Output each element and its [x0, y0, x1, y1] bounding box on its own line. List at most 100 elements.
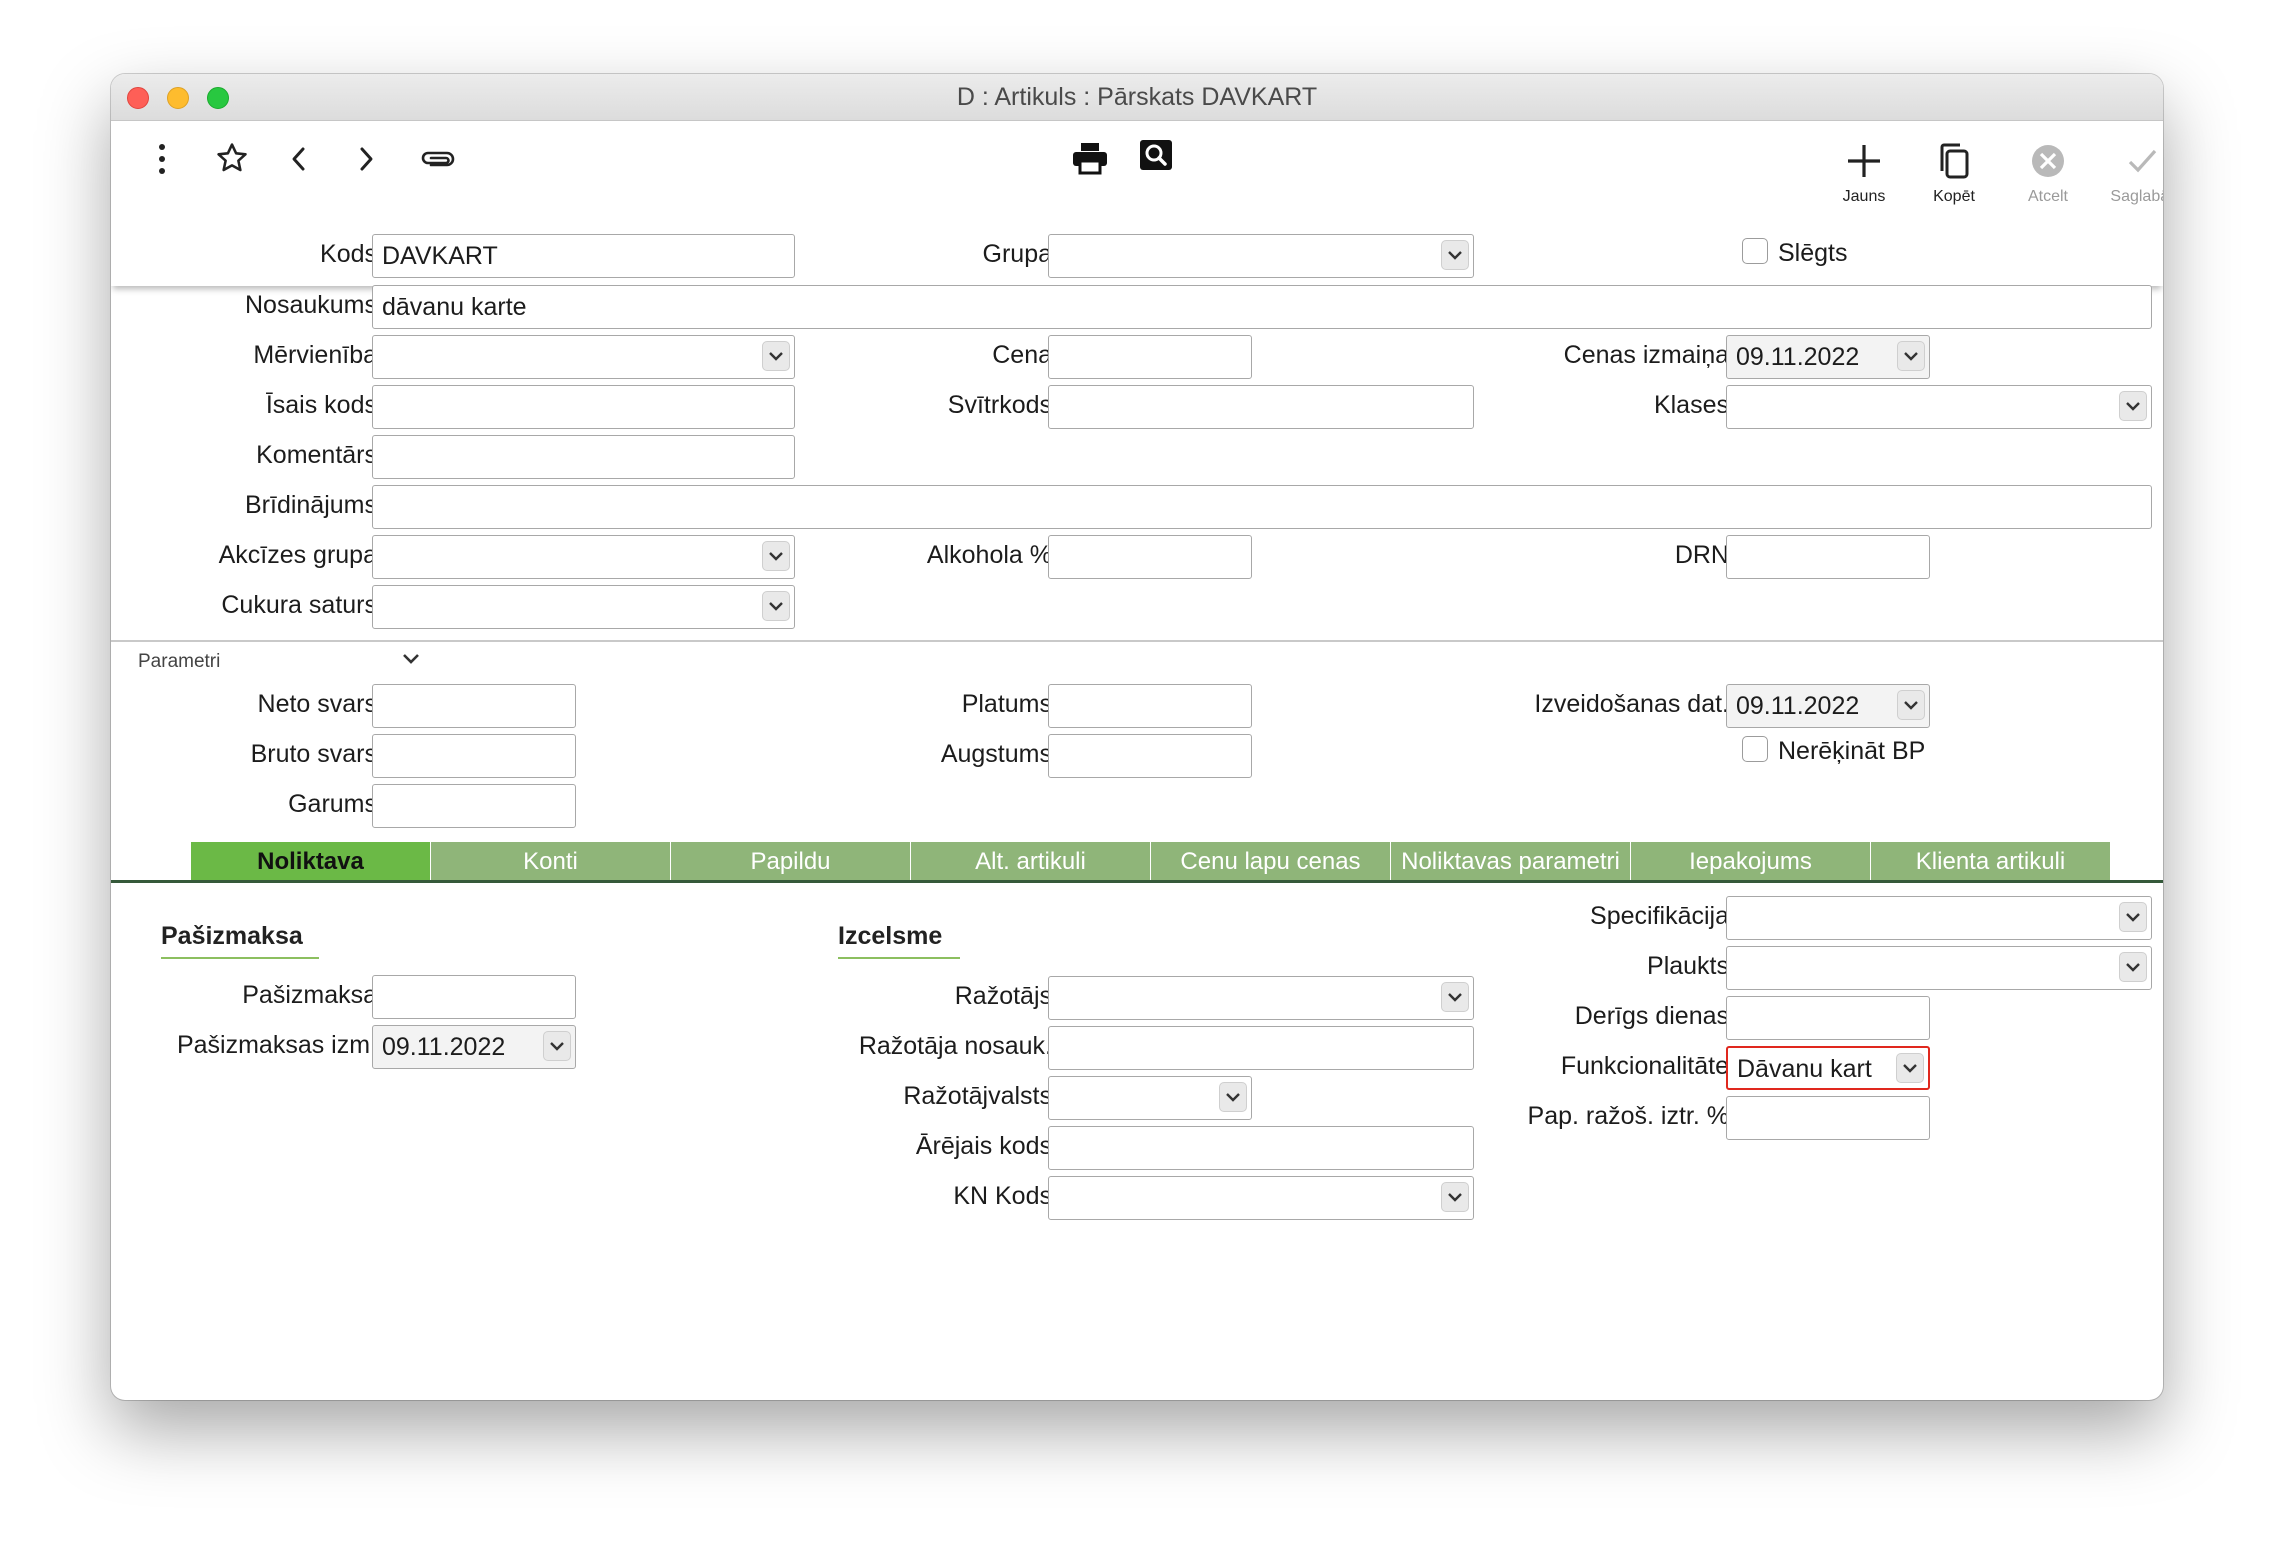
- chevron-down-icon[interactable]: [2119, 902, 2147, 932]
- cena-field[interactable]: [1048, 335, 1252, 379]
- akcizes-grupa-select[interactable]: [372, 535, 795, 579]
- tab-noliktavas-parametri[interactable]: Noliktavas parametri: [1391, 842, 1631, 880]
- parametri-toggle[interactable]: Parametri: [138, 651, 220, 673]
- save-button[interactable]: Saglabāt: [2102, 141, 2163, 206]
- grupa-select[interactable]: [1048, 234, 1474, 278]
- chevron-down-icon[interactable]: [1897, 341, 1925, 371]
- tab-konti[interactable]: Konti: [431, 842, 671, 880]
- chevron-down-icon[interactable]: [543, 1031, 571, 1061]
- pap-razos-label: Pap. ražoš. iztr. %: [1527, 1102, 1729, 1130]
- copy-icon: [1940, 143, 1969, 179]
- komentars-field[interactable]: [372, 435, 795, 479]
- cancel-button-label: Atcelt: [2027, 188, 2068, 205]
- funkcionalitate-select[interactable]: Dāvanu kart: [1726, 1046, 1930, 1090]
- nosaukums-label: Nosaukums: [245, 291, 377, 319]
- cenas-izmaina-date[interactable]: 09.11.2022: [1726, 335, 1930, 379]
- chevron-down-icon[interactable]: [401, 652, 421, 671]
- chevron-down-icon[interactable]: [2119, 391, 2147, 421]
- kods-field[interactable]: DAVKART: [372, 234, 795, 278]
- razotajvalsts-select[interactable]: [1048, 1076, 1252, 1120]
- paperclip-icon[interactable]: [419, 145, 457, 178]
- razotaja-nosauk-field[interactable]: [1048, 1026, 1474, 1070]
- chevron-right-icon[interactable]: [356, 145, 376, 178]
- neto-svars-field[interactable]: [372, 684, 576, 728]
- specifikacija-label: Specifikācija: [1590, 902, 1729, 930]
- kn-kods-label: KN Kods: [953, 1182, 1052, 1210]
- specifikacija-select[interactable]: [1726, 896, 2152, 940]
- window-title: D : Artikuls : Pārskats DAVKART: [956, 83, 1318, 111]
- new-button[interactable]: Jauns: [1824, 141, 1904, 206]
- cancel-button[interactable]: Atcelt: [2008, 141, 2088, 206]
- chevron-down-icon[interactable]: [762, 341, 790, 371]
- tab-bar: Noliktava Konti Papildu Alt. artikuli Ce…: [191, 842, 2111, 880]
- tab-noliktava[interactable]: Noliktava: [191, 842, 431, 880]
- tab-iepakojums[interactable]: Iepakojums: [1631, 842, 1871, 880]
- arejais-kods-label: Ārējais kods: [915, 1132, 1052, 1160]
- komentars-label: Komentārs: [256, 441, 377, 469]
- dergs-dienas-field[interactable]: [1726, 996, 1930, 1040]
- mervieniba-label: Mērvienība: [253, 341, 377, 369]
- chevron-down-icon[interactable]: [2119, 952, 2147, 982]
- pap-razos-field[interactable]: [1726, 1096, 1930, 1140]
- save-button-label: Saglabāt: [2110, 188, 2163, 205]
- chevron-down-icon[interactable]: [1441, 982, 1469, 1012]
- alkohola-field[interactable]: [1048, 535, 1252, 579]
- chevron-down-icon[interactable]: [1896, 1053, 1924, 1083]
- chevron-down-icon[interactable]: [762, 541, 790, 571]
- chevron-down-icon[interactable]: [762, 591, 790, 621]
- mervieniba-select[interactable]: [372, 335, 795, 379]
- klases-select[interactable]: [1726, 385, 2152, 429]
- cancel-icon: [2032, 145, 2064, 177]
- new-button-label: Jauns: [1842, 188, 1886, 205]
- slegts-checkbox[interactable]: [1742, 238, 1768, 264]
- augstums-field[interactable]: [1048, 734, 1252, 778]
- nosaukums-field[interactable]: dāvanu karte: [372, 285, 2152, 329]
- izveidosanas-dat-date[interactable]: 09.11.2022: [1726, 684, 1930, 728]
- chevron-left-icon[interactable]: [289, 145, 309, 178]
- funkcionalitate-label: Funkcionalitāte: [1560, 1052, 1729, 1080]
- chevron-down-icon[interactable]: [1897, 690, 1925, 720]
- cenas-izmaina-label: Cenas izmaiņa: [1563, 341, 1729, 369]
- izveidosanas-dat-value: 09.11.2022: [1736, 692, 1860, 720]
- pasizmaksas-izm-value: 09.11.2022: [382, 1033, 506, 1061]
- chevron-down-icon[interactable]: [1441, 240, 1469, 270]
- bridinajums-field[interactable]: [372, 485, 2152, 529]
- copy-button[interactable]: Kopēt: [1914, 141, 1994, 206]
- pasizmaksa-label: Pašizmaksa: [242, 981, 377, 1009]
- arejais-kods-field[interactable]: [1048, 1126, 1474, 1170]
- drn-field[interactable]: [1726, 535, 1930, 579]
- razotajvalsts-label: Ražotājvalsts: [903, 1082, 1052, 1110]
- svitrkods-field[interactable]: [1048, 385, 1474, 429]
- pasizmaksa-field[interactable]: [372, 975, 576, 1019]
- more-vertical-icon[interactable]: [155, 143, 169, 180]
- plaukts-select[interactable]: [1726, 946, 2152, 990]
- title-bar: D : Artikuls : Pārskats DAVKART: [111, 74, 2163, 121]
- pasizmaksas-izm-date[interactable]: 09.11.2022: [372, 1025, 576, 1069]
- funkcionalitate-value: Dāvanu kart: [1737, 1055, 1872, 1083]
- tab-papildu[interactable]: Papildu: [671, 842, 911, 880]
- platums-label: Platums: [961, 690, 1052, 718]
- cena-label: Cena: [992, 341, 1052, 369]
- nerekinat-bp-checkbox[interactable]: [1742, 736, 1768, 762]
- pasizmaksas-izm-label: Pašizmaksas izm.: [176, 1031, 377, 1059]
- print-icon[interactable]: [1071, 141, 1109, 180]
- tab-underline: [111, 880, 2163, 883]
- star-icon[interactable]: [215, 141, 249, 180]
- slegts-label: Slēgts: [1778, 239, 1848, 267]
- razotajs-select[interactable]: [1048, 976, 1474, 1020]
- cukura-saturs-select[interactable]: [372, 585, 795, 629]
- bruto-svars-field[interactable]: [372, 734, 576, 778]
- drn-label: DRN: [1674, 541, 1729, 569]
- chevron-down-icon[interactable]: [1219, 1082, 1247, 1112]
- chevron-down-icon[interactable]: [1441, 1182, 1469, 1212]
- kn-kods-select[interactable]: [1048, 1176, 1474, 1220]
- platums-field[interactable]: [1048, 684, 1252, 728]
- tab-klienta-artikuli[interactable]: Klienta artikuli: [1871, 842, 2111, 880]
- search-icon[interactable]: [1139, 139, 1173, 176]
- tab-cenu-lapu-cenas[interactable]: Cenu lapu cenas: [1151, 842, 1391, 880]
- isais-kods-field[interactable]: [372, 385, 795, 429]
- garums-field[interactable]: [372, 784, 576, 828]
- cukura-saturs-label: Cukura saturs: [221, 591, 377, 619]
- alkohola-label: Alkohola %: [926, 541, 1052, 569]
- tab-alt-artikuli[interactable]: Alt. artikuli: [911, 842, 1151, 880]
